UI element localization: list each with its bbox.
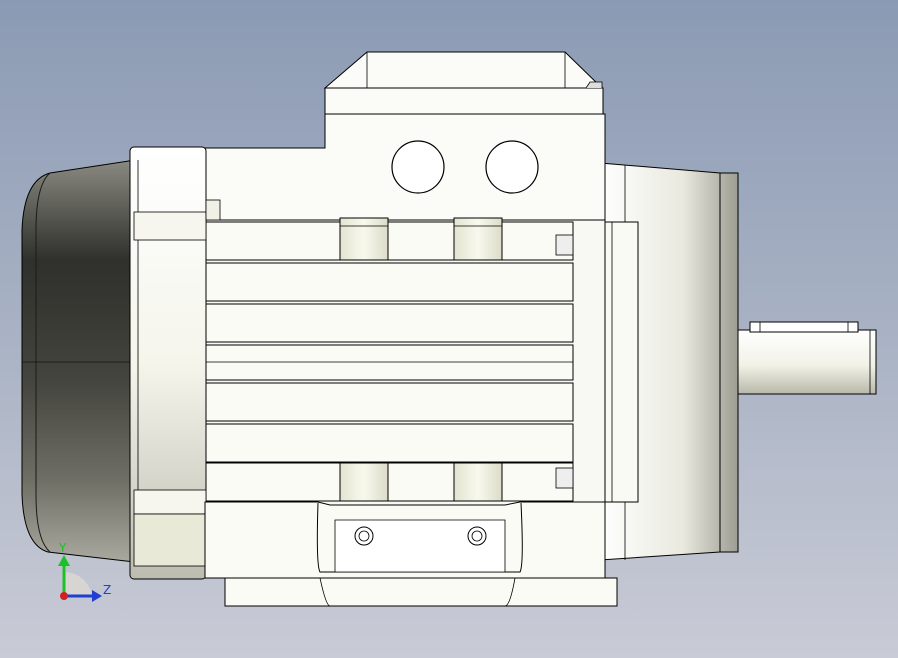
cable-gland-left: [391, 140, 445, 194]
fan-cover: [21, 159, 136, 563]
cooling-fins: [204, 221, 574, 502]
mounting-foot: [204, 501, 618, 607]
motor-drawing: Y Z: [21, 51, 877, 607]
triad-z-label: Z: [103, 583, 111, 597]
motor-shaft: [737, 321, 877, 395]
cad-viewport[interactable]: Y Z: [0, 0, 898, 658]
terminal-box: [204, 51, 606, 221]
cable-gland-right: [485, 140, 539, 194]
triad-y-label: Y: [58, 541, 67, 555]
foot-base-plate: [224, 577, 618, 607]
drive-end-bell: [599, 162, 739, 561]
